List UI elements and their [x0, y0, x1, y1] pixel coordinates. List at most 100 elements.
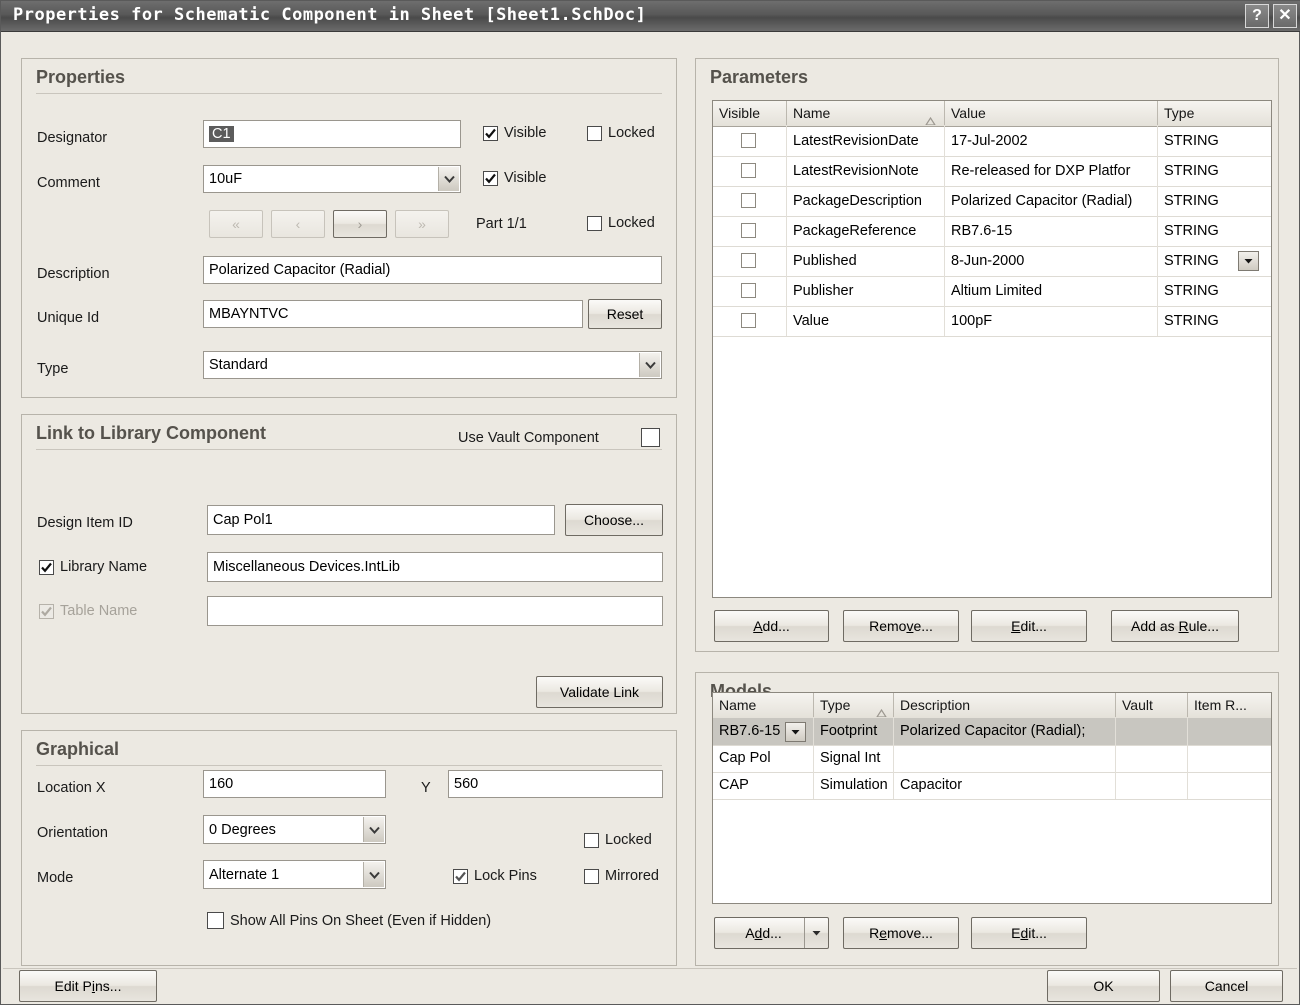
chevron-down-icon[interactable]: [438, 167, 459, 191]
parameter-name-cell[interactable]: Published: [787, 246, 945, 276]
model-name-cell[interactable]: CAP: [713, 772, 814, 799]
parameter-visible-cell[interactable]: [713, 186, 787, 216]
ok-button[interactable]: OK: [1047, 970, 1160, 1002]
designator-input[interactable]: C1: [203, 120, 461, 148]
models-table[interactable]: Name Type Description Vault Item R... RB…: [712, 692, 1272, 904]
table-row[interactable]: Value 100pF STRING: [713, 306, 1271, 337]
cancel-button[interactable]: Cancel: [1170, 970, 1283, 1002]
unique-id-input[interactable]: MBAYNTVC: [203, 300, 583, 328]
parameters-add-button[interactable]: Add...: [714, 610, 829, 642]
parameter-type-cell[interactable]: STRING: [1158, 156, 1271, 186]
show-all-pins-checkbox[interactable]: Show All Pins On Sheet (Even if Hidden): [207, 912, 491, 929]
model-item-r-cell[interactable]: [1188, 718, 1271, 745]
model-vault-cell[interactable]: [1116, 718, 1188, 745]
model-item-r-cell[interactable]: [1188, 745, 1271, 772]
table-row[interactable]: Cap Pol Signal Int: [713, 745, 1271, 773]
chevron-down-icon[interactable]: [363, 862, 384, 887]
parameter-value-cell[interactable]: 17-Jul-2002: [945, 126, 1158, 156]
description-input[interactable]: Polarized Capacitor (Radial): [203, 256, 662, 284]
parameter-value-cell[interactable]: 8-Jun-2000: [945, 246, 1158, 276]
model-vault-cell[interactable]: [1116, 745, 1188, 772]
help-icon[interactable]: ?: [1245, 4, 1269, 28]
models-col-name[interactable]: Name: [713, 693, 814, 717]
parameter-visible-cell[interactable]: [713, 156, 787, 186]
parameter-visible-cell[interactable]: [713, 276, 787, 306]
parameters-add-as-rule-button[interactable]: Add as Rule...: [1111, 610, 1239, 642]
chevron-down-icon[interactable]: [1238, 251, 1259, 271]
parameter-value-cell[interactable]: Altium Limited: [945, 276, 1158, 306]
orientation-combo[interactable]: 0 Degrees: [203, 815, 386, 844]
parameter-visible-checkbox[interactable]: [741, 283, 756, 298]
comment-combo[interactable]: 10uF: [203, 165, 461, 193]
model-type-cell[interactable]: Signal Int: [814, 745, 894, 772]
comment-visible-checkbox[interactable]: Visible: [483, 170, 546, 186]
parameters-col-visible[interactable]: Visible: [713, 101, 787, 125]
table-row[interactable]: LatestRevisionDate 17-Jul-2002 STRING: [713, 126, 1271, 157]
part-next-button[interactable]: ›: [333, 210, 387, 238]
part-first-button[interactable]: «: [209, 210, 263, 238]
models-col-item-r[interactable]: Item R...: [1188, 693, 1271, 717]
close-icon[interactable]: ✕: [1273, 4, 1297, 28]
parameter-value-cell[interactable]: Re-released for DXP Platfor: [945, 156, 1158, 186]
lock-pins-checkbox[interactable]: Lock Pins: [453, 868, 537, 884]
table-row[interactable]: PackageReference RB7.6-15 STRING: [713, 216, 1271, 247]
part-prev-button[interactable]: ‹: [271, 210, 325, 238]
model-description-cell[interactable]: Capacitor: [894, 772, 1116, 799]
model-description-cell[interactable]: Polarized Capacitor (Radial);: [894, 718, 1116, 745]
parameter-name-cell[interactable]: Publisher: [787, 276, 945, 306]
edit-pins-button[interactable]: Edit Pins...: [19, 970, 157, 1002]
parameter-visible-checkbox[interactable]: [741, 193, 756, 208]
table-row[interactable]: CAP Simulation Capacitor: [713, 772, 1271, 800]
parameter-type-cell[interactable]: STRING: [1158, 276, 1271, 306]
models-col-vault[interactable]: Vault: [1116, 693, 1188, 717]
table-row[interactable]: Published 8-Jun-2000 STRING: [713, 246, 1271, 277]
model-type-cell[interactable]: Footprint: [814, 718, 894, 745]
parameter-name-cell[interactable]: LatestRevisionNote: [787, 156, 945, 186]
chevron-down-icon[interactable]: [363, 817, 384, 842]
design-item-id-input[interactable]: Cap Pol1: [207, 505, 555, 535]
parameter-type-cell[interactable]: STRING: [1158, 216, 1271, 246]
parameters-edit-button[interactable]: Edit...: [971, 610, 1087, 642]
parameter-value-cell[interactable]: 100pF: [945, 306, 1158, 336]
parameters-remove-button[interactable]: Remove...: [843, 610, 959, 642]
designator-visible-checkbox[interactable]: Visible: [483, 125, 546, 141]
chevron-down-icon[interactable]: [639, 353, 660, 377]
library-name-checkbox[interactable]: Library Name: [39, 559, 147, 575]
parameters-col-value[interactable]: Value: [945, 101, 1158, 125]
graphical-locked-checkbox[interactable]: Locked: [584, 832, 652, 848]
table-row[interactable]: Publisher Altium Limited STRING: [713, 276, 1271, 307]
parameter-name-cell[interactable]: PackageDescription: [787, 186, 945, 216]
parameter-name-cell[interactable]: PackageReference: [787, 216, 945, 246]
location-x-input[interactable]: 160: [203, 770, 386, 798]
parameter-visible-checkbox[interactable]: [741, 133, 756, 148]
parameter-visible-cell[interactable]: [713, 306, 787, 336]
parameter-type-cell[interactable]: STRING: [1158, 306, 1271, 336]
parameters-col-type[interactable]: Type: [1158, 101, 1271, 125]
chevron-down-icon[interactable]: [785, 722, 806, 742]
table-row[interactable]: LatestRevisionNote Re-released for DXP Pl…: [713, 156, 1271, 187]
parameters-table[interactable]: Visible Name Value Type LatestRevisionDa…: [712, 100, 1272, 598]
parameter-name-cell[interactable]: LatestRevisionDate: [787, 126, 945, 156]
models-edit-button[interactable]: Edit...: [971, 917, 1087, 949]
part-locked-checkbox[interactable]: Locked: [587, 215, 655, 231]
models-col-description[interactable]: Description: [894, 693, 1116, 717]
models-col-type[interactable]: Type: [814, 693, 894, 717]
use-vault-checkbox[interactable]: [641, 428, 666, 447]
model-description-cell[interactable]: [894, 745, 1116, 772]
parameter-value-cell[interactable]: RB7.6-15: [945, 216, 1158, 246]
validate-link-button[interactable]: Validate Link: [536, 676, 663, 708]
parameter-visible-cell[interactable]: [713, 216, 787, 246]
chevron-down-icon[interactable]: [804, 918, 828, 948]
parameter-name-cell[interactable]: Value: [787, 306, 945, 336]
parameter-visible-cell[interactable]: [713, 246, 787, 276]
model-vault-cell[interactable]: [1116, 772, 1188, 799]
library-name-input[interactable]: Miscellaneous Devices.IntLib: [207, 552, 663, 582]
parameter-visible-checkbox[interactable]: [741, 163, 756, 178]
parameter-type-cell[interactable]: STRING: [1158, 126, 1271, 156]
reset-button[interactable]: Reset: [588, 299, 662, 329]
location-y-input[interactable]: 560: [448, 770, 663, 798]
models-add-button[interactable]: Add...: [714, 917, 829, 949]
parameter-visible-checkbox[interactable]: [741, 223, 756, 238]
parameter-visible-cell[interactable]: [713, 126, 787, 156]
choose-button[interactable]: Choose...: [565, 504, 663, 536]
